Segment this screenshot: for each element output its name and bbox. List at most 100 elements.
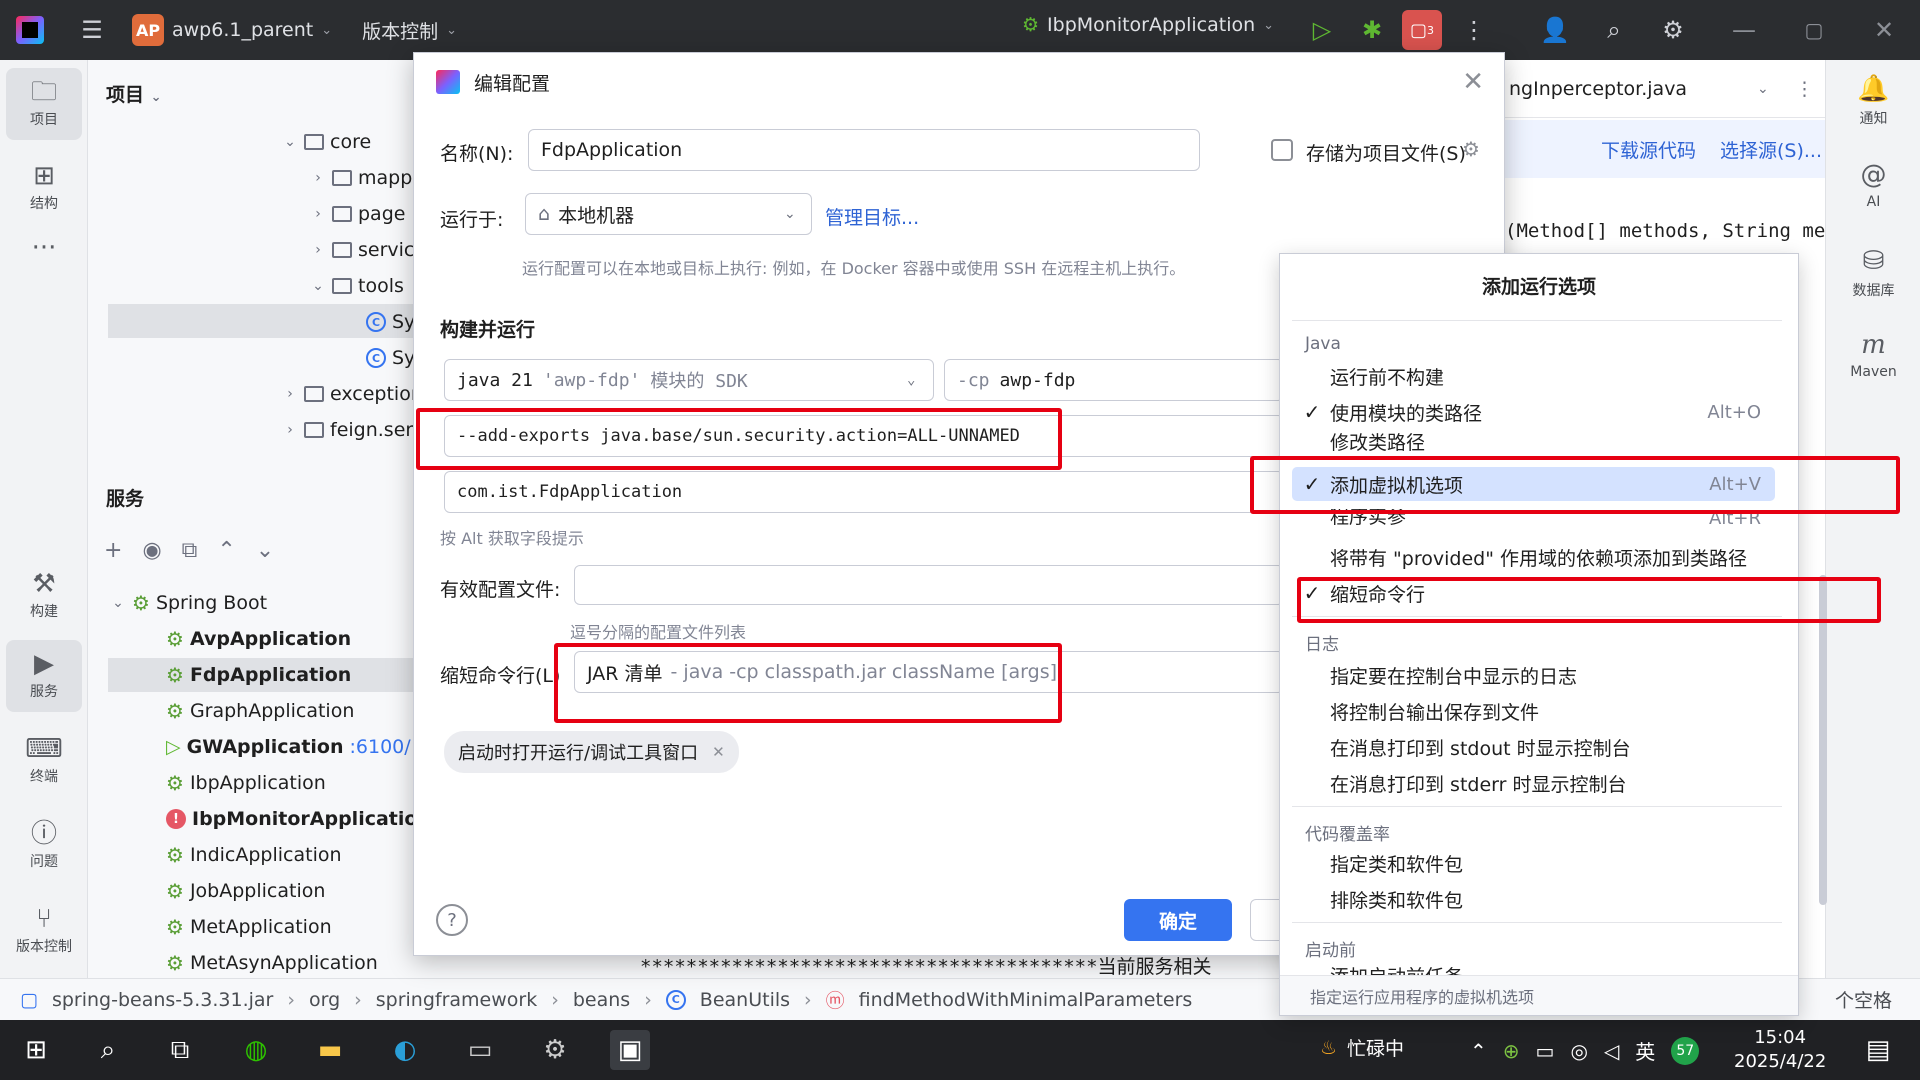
tool-database[interactable]: ⛁ 数据库 bbox=[1826, 246, 1920, 300]
collapse-all-icon[interactable]: ⌄ bbox=[256, 538, 274, 563]
tree-item[interactable]: ⌄ core bbox=[282, 125, 371, 159]
project-selector[interactable]: AP awp6.1_parent ⌄ bbox=[132, 14, 332, 46]
option-program-args[interactable]: 程序实参 Alt+R bbox=[1292, 509, 1775, 529]
task-view-icon[interactable]: ⧉ bbox=[160, 1030, 200, 1070]
tool-build[interactable]: ⚒ 构建 bbox=[6, 560, 82, 632]
option-provided-scope[interactable]: 将带有 "provided" 作用域的依赖项添加到类路径 bbox=[1292, 540, 1775, 574]
tool-ai[interactable]: @ AI bbox=[1826, 160, 1920, 210]
option-save-output[interactable]: 将控制台输出保存到文件 bbox=[1292, 694, 1775, 728]
option-log-console[interactable]: 指定要在控制台中显示的日志 bbox=[1292, 658, 1775, 692]
chevron-down-icon[interactable]: ⌄ bbox=[1757, 81, 1769, 97]
service-item[interactable]: ⚙ MetAsynApplication bbox=[166, 946, 378, 980]
debug-icon[interactable]: ✱ bbox=[1352, 10, 1392, 50]
tool-structure[interactable]: ⊞ 结构 bbox=[6, 152, 82, 224]
service-port-link[interactable]: :6100/ bbox=[350, 736, 411, 758]
new-tab-icon[interactable]: ⧉ bbox=[182, 538, 198, 563]
search-icon[interactable]: ⌕ bbox=[1594, 10, 1634, 50]
main-menu-icon[interactable]: ☰ bbox=[72, 10, 112, 50]
tree-item[interactable]: › feign.ser bbox=[282, 413, 413, 447]
vm-options-input[interactable]: --add-exports java.base/sun.security.act… bbox=[444, 415, 1284, 457]
tree-item[interactable]: › exception bbox=[282, 377, 423, 411]
add-user-icon[interactable]: 👤 bbox=[1535, 10, 1575, 50]
breadcrumb-beans[interactable]: beans bbox=[573, 989, 630, 1011]
search-icon[interactable]: ⌕ bbox=[88, 1030, 128, 1070]
spring-boot-group[interactable]: ⌄ ⚙ Spring Boot bbox=[110, 586, 267, 620]
choose-source-link[interactable]: 选择源(S)... bbox=[1720, 136, 1822, 163]
expand-all-icon[interactable]: ⌃ bbox=[217, 538, 235, 563]
option-before-launch-task[interactable]: 添加启动前任务 bbox=[1292, 962, 1775, 976]
main-class-input[interactable]: com.ist.FdpApplication bbox=[444, 471, 1284, 513]
input-language[interactable]: 英 bbox=[1635, 1036, 1655, 1065]
wechat-icon[interactable]: ◍ bbox=[236, 1030, 276, 1070]
breadcrumb-jar[interactable]: spring-beans-5.3.31.jar bbox=[52, 989, 273, 1011]
settings-gear-icon[interactable]: ⚙ bbox=[1653, 10, 1693, 50]
option-shorten-cmd[interactable]: ✓ 缩短命令行 bbox=[1292, 576, 1775, 610]
edge-browser-icon[interactable]: ◐ bbox=[385, 1030, 425, 1070]
gear-icon[interactable]: ⚙ bbox=[1462, 137, 1480, 161]
active-profiles-input[interactable] bbox=[574, 565, 1284, 605]
option-modify-classpath[interactable]: 修改类路径 bbox=[1292, 431, 1775, 452]
breadcrumb-class[interactable]: BeanUtils bbox=[700, 989, 790, 1011]
service-item[interactable]: ⚙ FdpApplication bbox=[166, 658, 351, 692]
breadcrumb-org[interactable]: org bbox=[309, 989, 340, 1011]
tool-more[interactable]: ··· bbox=[6, 228, 82, 268]
help-icon[interactable]: ? bbox=[436, 904, 468, 936]
service-item[interactable]: ! IbpMonitorApplication bbox=[166, 802, 431, 836]
run-icon[interactable]: ▷ bbox=[1302, 10, 1342, 50]
download-source-link[interactable]: 下载源代码 bbox=[1601, 136, 1696, 163]
settings-gear-icon[interactable]: ⚙ bbox=[535, 1030, 575, 1070]
service-item[interactable]: ⚙ MetApplication bbox=[166, 910, 332, 944]
tool-problems[interactable]: ⓘ 问题 bbox=[6, 810, 82, 882]
service-item[interactable]: ⚙ IndicApplication bbox=[166, 838, 342, 872]
breadcrumb-method[interactable]: findMethodWithMinimalParameters bbox=[859, 989, 1193, 1011]
close-icon[interactable]: ✕ bbox=[712, 743, 725, 761]
file-explorer-icon[interactable]: ▬ bbox=[310, 1030, 350, 1070]
name-input[interactable]: FdpApplication bbox=[528, 129, 1200, 171]
classpath-select[interactable]: -cp awp-fdp bbox=[944, 359, 1284, 401]
option-module-classpath[interactable]: ✓ 使用模块的类路径 Alt+O bbox=[1292, 395, 1775, 429]
terminal-icon[interactable]: ▭ bbox=[460, 1030, 500, 1070]
popup-scrollbar[interactable] bbox=[1819, 575, 1827, 905]
more-icon[interactable]: ⋮ bbox=[1454, 10, 1494, 50]
tree-item[interactable]: C Sy bbox=[366, 341, 415, 375]
eye-icon[interactable]: ◉ bbox=[142, 538, 161, 563]
manage-targets-link[interactable]: 管理目标... bbox=[825, 203, 919, 230]
clock[interactable]: 15:04 2025/4/22 bbox=[1734, 1026, 1826, 1074]
tool-services[interactable]: ▶ 服务 bbox=[6, 640, 82, 712]
editor-tab[interactable]: ngInperceptor.java bbox=[1509, 78, 1687, 100]
service-item[interactable]: ⚙ IbpApplication bbox=[166, 766, 326, 800]
tree-item[interactable]: ⌄ tools bbox=[310, 269, 404, 303]
volume-icon[interactable]: ◁ bbox=[1604, 1039, 1619, 1063]
tool-terminal[interactable]: ⌨ 终端 bbox=[6, 725, 82, 797]
globe-icon[interactable]: ◎ bbox=[1570, 1039, 1587, 1063]
stop-icon[interactable]: ▢ 3 bbox=[1402, 10, 1442, 50]
tray-badge[interactable]: 57 bbox=[1671, 1036, 1700, 1065]
tree-item[interactable]: › mapp bbox=[310, 161, 412, 195]
tree-item[interactable]: › servic bbox=[310, 233, 414, 267]
tool-notifications[interactable]: 🔔 通知 bbox=[1826, 74, 1920, 128]
option-stdout-console[interactable]: 在消息打印到 stdout 时显示控制台 bbox=[1292, 730, 1775, 764]
tray-app-icon[interactable]: ⊕ bbox=[1503, 1039, 1520, 1063]
option-include-classes[interactable]: 指定类和软件包 bbox=[1292, 846, 1775, 880]
vcs-menu[interactable]: 版本控制 ⌄ bbox=[362, 17, 457, 44]
open-run-window-chip[interactable]: 启动时打开运行/调试工具窗口 ✕ bbox=[444, 731, 739, 773]
option-exclude-classes[interactable]: 排除类和软件包 bbox=[1292, 882, 1775, 916]
option-stderr-console[interactable]: 在消息打印到 stderr 时显示控制台 bbox=[1292, 766, 1775, 800]
indent-status[interactable]: 个空格 bbox=[1835, 986, 1892, 1013]
store-as-project-file-checkbox[interactable] bbox=[1271, 139, 1293, 161]
maximize-icon[interactable]: ▢ bbox=[1794, 10, 1834, 50]
tool-project[interactable]: 🗀 项目 bbox=[6, 68, 82, 140]
add-icon[interactable]: + bbox=[104, 538, 122, 563]
more-icon[interactable]: ⋮ bbox=[1795, 78, 1814, 100]
run-on-select[interactable]: ⌂ 本地机器 ⌄ bbox=[525, 193, 812, 235]
chevron-up-icon[interactable]: ⌃ bbox=[1470, 1039, 1487, 1063]
tool-vcs[interactable]: ⑂ 版本控制 bbox=[6, 895, 82, 967]
tree-item[interactable]: C Sy bbox=[366, 305, 415, 339]
close-icon[interactable]: ✕ bbox=[1462, 67, 1484, 97]
battery-icon[interactable]: ▭ bbox=[1536, 1039, 1555, 1063]
close-window-icon[interactable]: ✕ bbox=[1864, 10, 1904, 50]
tree-item[interactable]: › page bbox=[310, 197, 405, 231]
busy-status[interactable]: ♨ 忙碌中 bbox=[1320, 1034, 1404, 1061]
minimize-icon[interactable]: — bbox=[1724, 10, 1764, 50]
service-item[interactable]: ⚙ AvpApplication bbox=[166, 622, 351, 656]
